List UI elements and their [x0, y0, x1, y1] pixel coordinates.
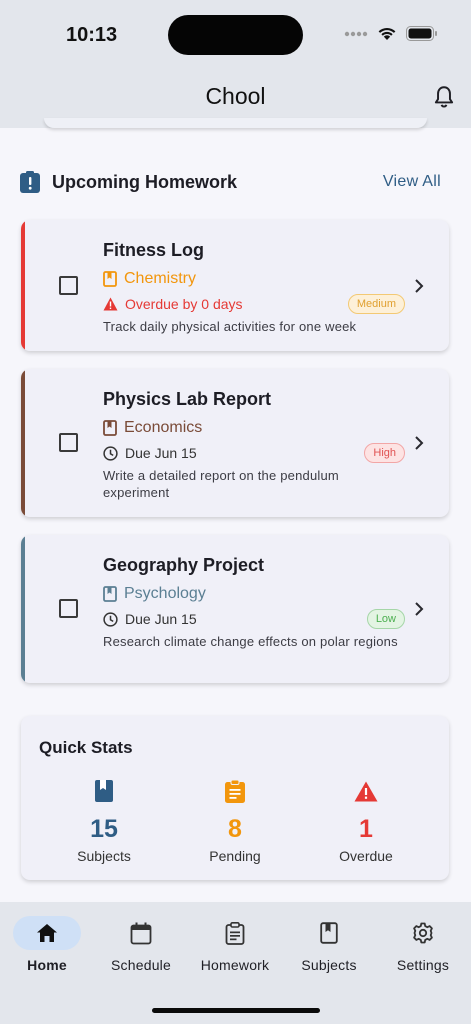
- upcoming-homework-header: Upcoming Homework View All: [20, 168, 441, 196]
- due-row: Due Jun 15 Low: [103, 608, 405, 630]
- complete-checkbox[interactable]: [59, 599, 78, 618]
- tab-label: Subjects: [301, 957, 357, 973]
- tab-settings[interactable]: Settings: [376, 916, 470, 973]
- clock-icon: [103, 445, 118, 461]
- tab-label: Home: [27, 957, 67, 973]
- due-row: Due Jun 15 High: [103, 442, 405, 464]
- cellular-signal-icon: [344, 31, 368, 36]
- warning-icon: [103, 297, 118, 311]
- chevron-right-icon: [415, 279, 424, 293]
- chevron-right-icon: [415, 602, 424, 616]
- priority-badge: Low: [366, 609, 405, 629]
- book-icon: [103, 420, 117, 436]
- stat-label: Overdue: [339, 848, 393, 864]
- homework-card[interactable]: Physics Lab Report Economics Due Jun 15 …: [21, 369, 449, 517]
- notification-bell-icon[interactable]: [431, 84, 457, 110]
- quick-stats-title: Quick Stats: [39, 738, 133, 757]
- battery-icon: [406, 26, 437, 41]
- clock-icon: [103, 611, 118, 627]
- priority-badge: Medium: [347, 294, 405, 314]
- stat-value: 15: [90, 815, 118, 843]
- homework-title: Fitness Log: [103, 240, 205, 260]
- home-icon: [37, 924, 57, 942]
- clipboard-icon: [225, 779, 245, 803]
- home-indicator[interactable]: [152, 1008, 320, 1013]
- dynamic-island: [168, 15, 303, 55]
- complete-checkbox[interactable]: [59, 433, 78, 452]
- due-row: Overdue by 0 days Medium: [103, 293, 405, 315]
- gear-icon: [413, 922, 433, 944]
- status-icons: [344, 26, 438, 41]
- homework-card[interactable]: Fitness Log Chemistry Overdue by 0 days …: [21, 220, 449, 351]
- quick-stats-card: Quick Stats 15 Subjects 8 Pending 1 Over…: [21, 716, 449, 880]
- bottom-tab-bar: Home Schedule Homework Subjects Settings: [0, 902, 471, 1024]
- stat-label: Subjects: [77, 848, 131, 864]
- calendar-icon: [130, 922, 152, 944]
- tab-subjects[interactable]: Subjects: [282, 916, 376, 973]
- stat-overdue: 1 Overdue: [306, 778, 426, 864]
- section-title: Upcoming Homework: [52, 171, 238, 192]
- wifi-icon: [378, 27, 396, 40]
- clipboard-icon: [225, 921, 245, 945]
- tab-label: Schedule: [111, 957, 171, 973]
- view-all-link[interactable]: View All: [383, 173, 441, 191]
- book-icon: [103, 586, 117, 602]
- book-icon: [103, 271, 117, 287]
- assignment-alert-icon: [20, 171, 40, 193]
- stat-value: 1: [359, 815, 373, 843]
- tab-schedule[interactable]: Schedule: [94, 916, 188, 973]
- due-text: Overdue by 0 days: [125, 296, 243, 312]
- homework-subject: Economics: [103, 417, 405, 439]
- subject-name: Economics: [124, 419, 203, 436]
- homework-description: Track daily physical activities for one …: [103, 319, 357, 334]
- homework-description: Research climate change effects on polar…: [103, 634, 398, 649]
- homework-subject: Psychology: [103, 583, 405, 605]
- homework-description: Write a detailed report on the pendulum …: [103, 468, 339, 500]
- subject-name: Chemistry: [124, 270, 197, 287]
- subject-name: Psychology: [124, 585, 206, 602]
- homework-subject: Chemistry: [103, 268, 405, 290]
- due-text: Due Jun 15: [125, 611, 197, 627]
- stat-pending: 8 Pending: [175, 778, 295, 864]
- complete-checkbox[interactable]: [59, 276, 78, 295]
- warning-icon: [354, 781, 378, 801]
- stat-subjects: 15 Subjects: [44, 778, 164, 864]
- tab-label: Homework: [200, 957, 270, 973]
- status-time: 10:13: [66, 24, 118, 46]
- subject-color-stripe: [21, 220, 25, 351]
- status-bar: 10:13: [0, 0, 471, 62]
- subject-color-stripe: [21, 369, 25, 517]
- priority-badge: High: [364, 443, 405, 463]
- scrolled-card-edge: [44, 118, 427, 128]
- tab-homework[interactable]: Homework: [188, 916, 282, 973]
- homework-card[interactable]: Geography Project Psychology Due Jun 15 …: [21, 535, 449, 683]
- homework-title: Physics Lab Report: [103, 389, 272, 409]
- chevron-right-icon: [415, 436, 424, 450]
- homework-title: Geography Project: [103, 555, 265, 575]
- stat-label: Pending: [209, 848, 261, 864]
- stat-value: 8: [228, 815, 242, 843]
- app-title: Chool: [205, 83, 266, 109]
- book-icon: [95, 780, 113, 802]
- book-icon: [320, 922, 338, 944]
- subject-color-stripe: [21, 535, 25, 683]
- tab-label: Settings: [396, 957, 450, 973]
- tab-home[interactable]: Home: [0, 916, 94, 973]
- due-text: Due Jun 15: [125, 445, 197, 461]
